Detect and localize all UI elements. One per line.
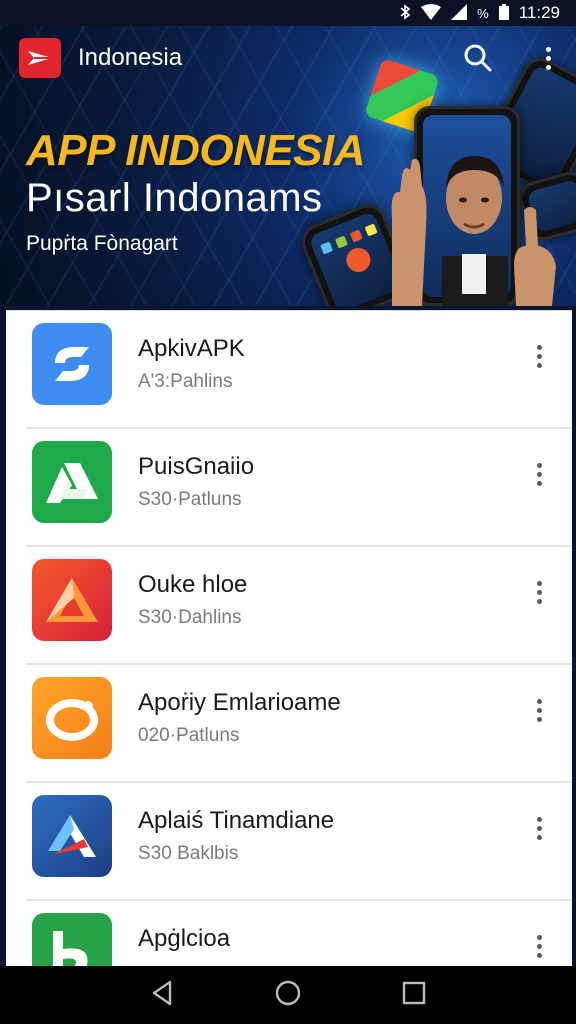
- more-vert-icon[interactable]: [532, 813, 546, 843]
- sync-app-icon: [32, 323, 112, 405]
- clock: 11:29: [518, 3, 560, 22]
- hero-banner: Indonesia APP INDONESIA Pısarl Indonams …: [0, 26, 576, 306]
- app-bar: Indonesia: [0, 26, 576, 90]
- banner-subtitle: Pısarl Indonams: [26, 176, 323, 220]
- list-item[interactable]: Apġlcioa: [6, 901, 572, 966]
- more-vert-icon[interactable]: [532, 459, 546, 489]
- drive-app-icon: [32, 441, 112, 523]
- banner-title: APP INDONESIA: [26, 126, 366, 175]
- recents-icon[interactable]: [402, 981, 426, 1010]
- raised-hand: [391, 158, 427, 306]
- home-icon[interactable]: [275, 980, 301, 1011]
- battery-icon: [498, 4, 509, 22]
- more-vert-icon[interactable]: [532, 577, 546, 607]
- battery-percent-label: %: [477, 5, 489, 21]
- signal-icon: [451, 4, 468, 22]
- app-meta: S30·Dahlins: [138, 607, 242, 628]
- play-logo-icon[interactable]: [19, 38, 61, 78]
- system-nav-bar: [0, 966, 576, 1024]
- back-icon[interactable]: [150, 980, 174, 1011]
- arrow-app-icon: [32, 795, 112, 877]
- app-name: Apoṙiy Emlarioame: [138, 689, 341, 716]
- list-item[interactable]: Aplaiś Tinamdiane S30 Baklbis: [6, 783, 572, 901]
- pointing-hand: [514, 207, 556, 306]
- search-icon[interactable]: [462, 42, 494, 74]
- more-vert-icon[interactable]: [532, 695, 546, 725]
- app-name: ApkivAPK: [138, 335, 245, 362]
- list-item[interactable]: PuisGnaiio S30·Patluns: [6, 429, 572, 547]
- ring-app-icon: [32, 677, 112, 759]
- status-bar: % 11:29: [0, 0, 576, 26]
- bluetooth-icon: [399, 4, 411, 22]
- app-name: PuisGnaiio: [138, 453, 255, 480]
- triangle-app-icon: [32, 559, 112, 641]
- app-name: Aplaiś Tinamdiane: [138, 807, 335, 834]
- banner-caption: Pupṙta Fònagart: [26, 232, 178, 255]
- app-list: ApkivAPK A'3:Pahlins PuisGnaiio S30·Patl…: [6, 310, 572, 966]
- b-app-icon: [32, 913, 112, 966]
- list-item[interactable]: ApkivAPK A'3:Pahlins: [6, 311, 572, 429]
- more-vert-icon[interactable]: [532, 931, 546, 961]
- more-vert-icon[interactable]: [536, 42, 560, 74]
- list-item[interactable]: Ouke hloe S30·Dahlins: [6, 547, 572, 665]
- app-bar-title: Indonesia: [78, 44, 183, 71]
- wifi-icon: [421, 4, 442, 22]
- app-meta: A'3:Pahlins: [138, 371, 233, 392]
- app-meta: S30·Patluns: [138, 489, 242, 510]
- app-meta: S30 Baklbis: [138, 843, 239, 864]
- more-vert-icon[interactable]: [532, 341, 546, 371]
- list-item[interactable]: Apoṙiy Emlarioame 020·Patluns: [6, 665, 572, 783]
- app-name: Apġlcioa: [138, 925, 231, 952]
- app-name: Ouke hloe: [138, 571, 248, 598]
- app-meta: 020·Patluns: [138, 725, 240, 746]
